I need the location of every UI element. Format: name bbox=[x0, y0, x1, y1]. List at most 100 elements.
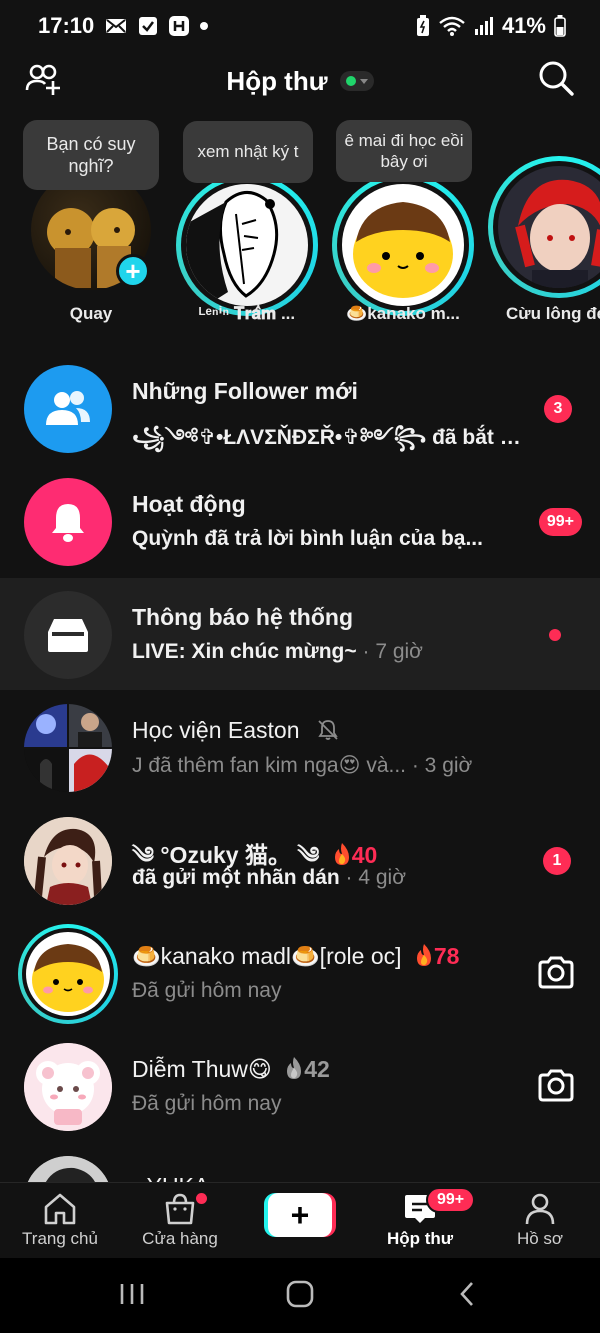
inbox-count-badge: 99+ bbox=[426, 1187, 476, 1213]
add-story-button[interactable]: + bbox=[116, 254, 150, 288]
signal-icon bbox=[474, 16, 494, 36]
group-avatar bbox=[24, 704, 112, 792]
row-subtitle: Quỳnh đã trả lời bình luận của bạ... bbox=[132, 527, 483, 550]
row-subtitle: Đã gửi hôm nay bbox=[132, 1092, 282, 1115]
unread-count-badge: 1 bbox=[543, 847, 571, 875]
tab-label: Trang chủ bbox=[22, 1229, 98, 1248]
row-subtitle: Đã gửi hôm nay bbox=[132, 979, 282, 1002]
inbox-list: Những Follower mới ꧁༺✞•ŁΛVΣŇĐΣŘ•✞༻꧂ đã b… bbox=[0, 352, 600, 1182]
avatar bbox=[24, 817, 112, 905]
streak-count: 78 bbox=[433, 943, 460, 969]
row-title: Hoạt động bbox=[132, 491, 246, 517]
chevron-down-icon bbox=[359, 78, 368, 84]
row-title: 🍮kanako madl🍮[role oc] 78 bbox=[132, 943, 459, 973]
inbox-row-activity[interactable]: Hoạt động Quỳnh đã trả lời bình luận của… bbox=[0, 465, 600, 577]
chat-name: Học viện Easton bbox=[132, 717, 300, 743]
battery-percent: 41% bbox=[501, 13, 546, 38]
page-title: Hộp thư bbox=[226, 65, 328, 96]
notification-check-icon bbox=[138, 16, 158, 36]
row-subtitle: J đã thêm fan kim nga😍 và... · 3 giờ bbox=[132, 753, 522, 778]
chat-row[interactable]: Diễm Thuw😋 42 Đã gửi hôm nay bbox=[0, 1030, 600, 1142]
tab-label: Hộp thư bbox=[386, 1229, 454, 1248]
story-item[interactable]: Cừu lông đe bbox=[484, 118, 600, 338]
unread-count-badge: 99+ bbox=[538, 508, 582, 536]
story-thought-bubble[interactable]: Bạn có suy nghĩ? bbox=[23, 120, 159, 190]
story-name: Quay bbox=[69, 304, 113, 323]
row-title: Học viện Easton bbox=[132, 717, 340, 748]
story-name: Cừu lông đe bbox=[506, 304, 600, 323]
story-item[interactable]: xem nhật ký t ᴸᵉⁿⁱⁿ 𝐓𝐫𝐚̂̀𝐦 ... bbox=[172, 118, 322, 338]
row-subtitle: đã gửi một nhãn dán · 4 giờ bbox=[132, 866, 522, 890]
recent-apps-icon[interactable] bbox=[118, 1280, 146, 1313]
plus-icon: + bbox=[268, 1193, 332, 1237]
avatar bbox=[24, 1156, 112, 1182]
row-subtitle-text: đã gửi một nhãn dán bbox=[132, 866, 340, 889]
unread-dot bbox=[549, 629, 561, 641]
back-icon[interactable] bbox=[456, 1280, 480, 1313]
story-item[interactable]: ê mai đi học eồi bây ơi 🍮kanako m... bbox=[328, 118, 478, 338]
inbox-header: Hộp thư bbox=[0, 52, 600, 110]
tab-inbox[interactable]: 99+ Hộp thư bbox=[360, 1187, 480, 1249]
search-icon[interactable] bbox=[536, 58, 576, 98]
camera-icon[interactable] bbox=[536, 1066, 576, 1106]
row-title: Những Follower mới bbox=[132, 378, 358, 404]
camera-icon[interactable] bbox=[536, 953, 576, 993]
profile-icon bbox=[480, 1191, 600, 1227]
avatar bbox=[26, 932, 110, 1016]
row-time: · 7 giờ bbox=[356, 640, 423, 663]
tab-profile[interactable]: Hồ sơ bbox=[480, 1191, 600, 1249]
system-navigation-bar bbox=[0, 1258, 600, 1333]
chat-name: 🍮kanako madl🍮[role oc] bbox=[132, 943, 402, 969]
home-nav-icon[interactable] bbox=[284, 1280, 316, 1313]
avatar bbox=[342, 184, 464, 306]
wifi-icon bbox=[438, 15, 466, 37]
chat-row[interactable]: 🍮kanako madl🍮[role oc] 78 Đã gửi hôm nay bbox=[0, 917, 600, 1029]
streak-flame-icon bbox=[414, 943, 434, 973]
streak-count: 40 bbox=[351, 842, 378, 868]
row-title: Thông báo hệ thống bbox=[132, 604, 354, 630]
story-name: 🍮kanako m... bbox=[346, 304, 460, 323]
home-icon bbox=[0, 1191, 120, 1227]
notification-app-icon bbox=[168, 15, 190, 37]
online-status-toggle[interactable] bbox=[339, 71, 374, 91]
story-note-bubble[interactable]: xem nhật ký t bbox=[183, 121, 313, 183]
tab-home[interactable]: Trang chủ bbox=[0, 1191, 120, 1249]
row-title: ๑YUKA๑ bbox=[132, 1169, 224, 1182]
unread-count-badge: 3 bbox=[544, 395, 572, 423]
streak-count: 42 bbox=[304, 1056, 330, 1082]
row-title: Diễm Thuw😋 42 bbox=[132, 1056, 330, 1086]
tab-label: Cửa hàng bbox=[142, 1229, 218, 1248]
avatar bbox=[24, 1043, 112, 1131]
chat-row[interactable]: ๑YUKA๑ bbox=[0, 1143, 600, 1182]
inbox-row-new-followers[interactable]: Những Follower mới ꧁༺✞•ŁΛVΣŇĐΣŘ•✞༻꧂ đã b… bbox=[0, 352, 600, 464]
story-note-bubble[interactable]: ê mai đi học eồi bây ơi bbox=[336, 120, 472, 182]
create-post-button[interactable]: + bbox=[264, 1193, 336, 1237]
status-bar: 17:10 41% bbox=[0, 0, 600, 52]
bell-icon bbox=[24, 478, 112, 566]
row-time: · 4 giờ bbox=[339, 866, 406, 889]
bottom-tab-bar: Trang chủ Cửa hàng + 99+ Hộp thư Hồ sơ bbox=[0, 1182, 600, 1258]
stories-row: Bạn có suy nghĩ? + Quay xem nhật ký t ᴸᵉ… bbox=[0, 118, 600, 338]
row-subtitle-text: J đã thêm fan kim nga😍 và... bbox=[132, 754, 407, 777]
streak-flame-icon-inactive bbox=[284, 1056, 304, 1086]
story-name: ᴸᵉⁿⁱⁿ 𝐓𝐫𝐚̂̀𝐦 ... bbox=[198, 304, 296, 323]
avatar bbox=[186, 184, 308, 306]
row-subtitle: LIVE: Xin chúc mừng~ · 7 giờ bbox=[132, 640, 522, 664]
followers-icon bbox=[24, 365, 112, 453]
chat-row-group[interactable]: Học viện Easton J đã thêm fan kim nga😍 v… bbox=[0, 691, 600, 803]
shopping-bag-icon bbox=[120, 1191, 240, 1227]
muted-bell-icon bbox=[316, 718, 340, 748]
inbox-tray-icon bbox=[24, 591, 112, 679]
chat-name: ༄ °Ozuky 猫。 ༄ bbox=[132, 842, 320, 868]
inbox-row-system-notifications[interactable]: Thông báo hệ thống LIVE: Xin chúc mừng~ … bbox=[0, 578, 600, 690]
row-subtitle-text: LIVE: Xin chúc mừng~ bbox=[132, 640, 357, 663]
notification-dot bbox=[196, 1193, 207, 1204]
chat-name: Diễm Thuw😋 bbox=[132, 1056, 272, 1082]
row-time: · 3 giờ bbox=[406, 754, 473, 777]
status-time: 17:10 bbox=[38, 13, 95, 38]
story-item-own[interactable]: Bạn có suy nghĩ? + Quay bbox=[16, 118, 166, 338]
chat-row[interactable]: ༄ °Ozuky 猫。 ༄ 40 đã gửi một nhãn dán · 4… bbox=[0, 804, 600, 916]
notification-mail-icon bbox=[104, 16, 128, 36]
tab-shop[interactable]: Cửa hàng bbox=[120, 1191, 240, 1249]
add-friend-icon[interactable] bbox=[24, 60, 66, 102]
